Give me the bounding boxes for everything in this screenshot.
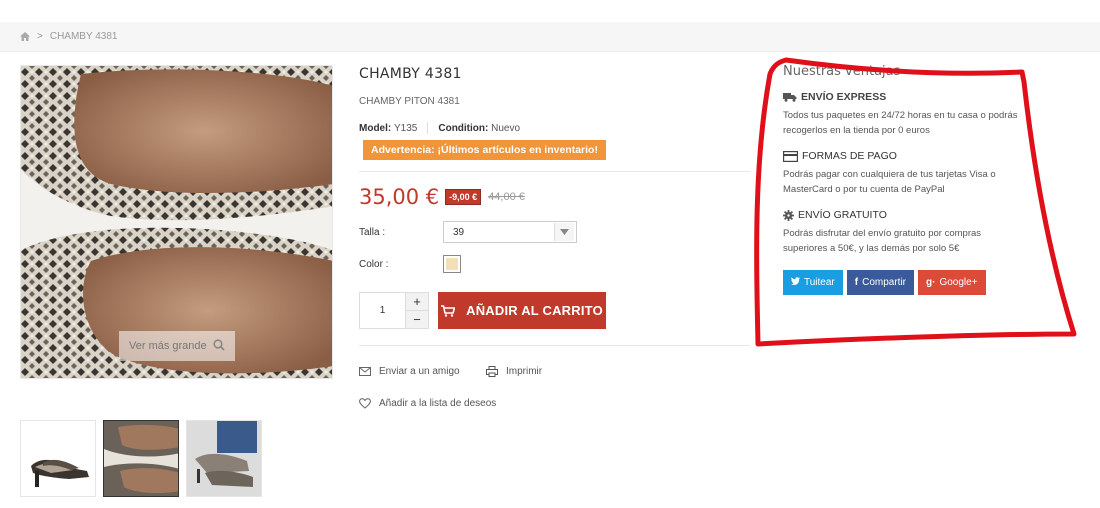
twitter-icon — [791, 277, 800, 288]
size-value: 39 — [453, 226, 465, 238]
advantage-heading: ENVÍO EXPRESS — [801, 91, 887, 103]
wishlist-link[interactable]: Añadir a la lista de deseos — [359, 398, 496, 409]
divider — [359, 345, 750, 346]
product-meta: Model: Y135 Condition: Nuevo — [359, 122, 739, 134]
quantity-minus-button[interactable]: − — [405, 310, 428, 328]
advantage-text: Podrás pagar con cualquiera de tus tarje… — [783, 169, 996, 195]
breadcrumb: > CHAMBY 4381 — [0, 22, 1100, 52]
share-label: Compartir — [862, 277, 907, 288]
condition-value: Nuevo — [491, 122, 521, 134]
print-link[interactable]: Imprimir — [486, 366, 542, 377]
google-plus-icon: g· — [926, 277, 936, 288]
tweet-button[interactable]: Tuitear — [783, 270, 843, 295]
envelope-icon — [359, 367, 371, 376]
wishlist-label: Añadir a la lista de deseos — [379, 398, 497, 409]
advantage-item: ENVÍO EXPRESS Todos tus paquetes en 24/7… — [783, 91, 1023, 138]
credit-card-icon — [783, 150, 798, 162]
send-to-friend-label: Enviar a un amigo — [379, 366, 460, 377]
advantages-panel: Nuestras ventajas ENVÍO EXPRESS Todos tu… — [783, 64, 1023, 295]
color-swatch-fill — [446, 258, 458, 270]
quantity-plus-button[interactable]: + — [405, 293, 428, 310]
gear-icon — [783, 209, 794, 221]
advantages-title: Nuestras ventajas — [783, 64, 901, 79]
truck-icon — [783, 92, 797, 102]
size-select[interactable]: 39 — [443, 221, 577, 243]
condition-label: Condition: — [438, 122, 489, 134]
color-label: Color : — [359, 258, 389, 270]
zoom-label: Ver más grande — [129, 340, 207, 352]
add-to-cart-label: AÑADIR AL CARRITO — [466, 303, 603, 318]
heart-icon — [359, 398, 371, 409]
color-row: Color : — [359, 255, 461, 273]
model-value: Y135 — [394, 122, 418, 134]
advantage-heading: FORMAS DE PAGO — [802, 150, 897, 162]
advantage-item: ENVÍO GRATUITO Podrás disfrutar del enví… — [783, 209, 1023, 256]
size-label: Talla : — [359, 226, 386, 238]
advantage-heading: ENVÍO GRATUITO — [798, 209, 887, 221]
main-product-image[interactable]: Ver más grande — [20, 65, 333, 379]
advantage-item: FORMAS DE PAGO Podrás pagar con cualquie… — [783, 150, 1023, 197]
color-swatch[interactable] — [443, 255, 461, 273]
cart-icon — [441, 304, 456, 317]
old-price: 44,00 € — [488, 191, 525, 203]
stock-warning: Advertencia: ¡Últimos artículos en inven… — [363, 140, 606, 160]
send-to-friend-link[interactable]: Enviar a un amigo — [359, 366, 460, 377]
chevron-down-icon — [554, 223, 574, 241]
breadcrumb-separator: > — [37, 31, 43, 42]
quantity-input[interactable] — [360, 293, 405, 328]
advantage-text: Podrás disfrutar del envío gratuito por … — [783, 228, 982, 254]
facebook-icon: f — [854, 277, 859, 288]
social-share-buttons: Tuitear f Compartir g· Google+ — [783, 270, 1023, 295]
thumbnail-worn-view[interactable] — [186, 420, 262, 497]
meta-divider — [427, 122, 429, 134]
product-title: CHAMBY 4381 — [359, 66, 462, 82]
current-price: 35,00 € — [359, 185, 440, 209]
advantage-text: Todos tus paquetes en 24/72 horas en tu … — [783, 110, 1018, 136]
home-icon[interactable] — [20, 32, 30, 41]
divider — [359, 171, 750, 172]
facebook-share-button[interactable]: f Compartir — [846, 270, 915, 295]
thumbnail-top-view[interactable] — [103, 420, 179, 497]
product-subtitle: CHAMBY PITON 4381 — [359, 96, 460, 107]
zoom-button[interactable]: Ver más grande — [119, 331, 235, 361]
quantity-stepper: + − — [359, 292, 429, 329]
model-label: Model: — [359, 122, 392, 134]
thumbnail-side-view[interactable] — [20, 420, 96, 497]
add-to-cart-button[interactable]: AÑADIR AL CARRITO — [438, 292, 606, 329]
product-info: CHAMBY 4381 CHAMBY PITON 4381 Model: Y13… — [359, 66, 750, 409]
breadcrumb-current: CHAMBY 4381 — [49, 31, 118, 42]
print-label: Imprimir — [506, 366, 543, 377]
thumbnail-list — [20, 420, 262, 497]
tweet-label: Tuitear — [804, 277, 835, 288]
google-plus-label: Google+ — [939, 277, 978, 288]
size-row: Talla : 39 — [359, 221, 577, 243]
printer-icon — [486, 366, 498, 377]
google-plus-button[interactable]: g· Google+ — [918, 270, 986, 295]
search-icon — [213, 338, 225, 354]
price-row: 35,00 € -9,00 € 44,00 € — [359, 185, 525, 209]
discount-badge: -9,00 € — [445, 189, 482, 205]
